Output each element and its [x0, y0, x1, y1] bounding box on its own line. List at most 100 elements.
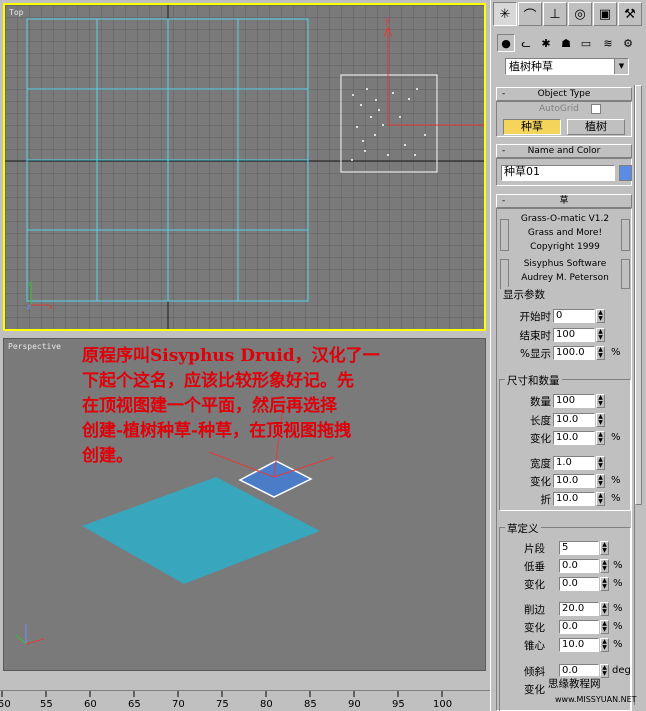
object-type-title: Object Type — [537, 89, 591, 99]
center-spinner[interactable]: ▲ ▼ — [600, 638, 609, 652]
modify-icon[interactable]: ⌒ — [518, 2, 542, 26]
name-color-title: Name and Color — [527, 146, 601, 156]
object-type-rollout-header[interactable]: - Object Type — [496, 87, 632, 101]
length-spinner[interactable]: ▲ ▼ — [596, 413, 605, 427]
low-label: 低垂 — [524, 561, 545, 573]
low-var-input[interactable]: 0.0 — [559, 577, 599, 591]
low-var-label: 变化 — [524, 579, 545, 591]
cameras-icon[interactable]: ☗ — [557, 34, 575, 52]
collapse-icon: - — [502, 146, 506, 156]
center-input[interactable]: 10.0 — [559, 638, 599, 652]
start-time-input[interactable]: 0 — [553, 309, 595, 323]
annotation-line: 原程序叫Sisyphus Druid，汉化了一 — [82, 346, 380, 366]
utilities-icon[interactable]: ⚒ — [618, 2, 642, 26]
motion-icon[interactable]: ◎ — [568, 2, 592, 26]
count-label: 数量 — [530, 396, 551, 408]
lights-icon[interactable]: ✱ — [537, 34, 555, 52]
edge-var-input[interactable]: 0.0 — [559, 620, 599, 634]
autogrid-checkbox[interactable] — [591, 104, 601, 114]
shapes-icon[interactable]: ᓚ — [517, 34, 535, 52]
credit-line: Grass and More! — [527, 228, 603, 238]
pct-unit: % — [613, 560, 623, 571]
move-gizmo: y x — [383, 16, 484, 126]
width-label: 宽度 — [530, 458, 551, 470]
top-viewport[interactable]: Top y z x y — [3, 3, 486, 331]
hierarchy-icon[interactable]: ⊥ — [543, 2, 567, 26]
object-name-input[interactable]: 种草01 — [501, 165, 615, 181]
width-var-input[interactable]: 10.0 — [553, 474, 595, 488]
annotation-line: 在顶视图建一个平面，然后再选择 — [82, 396, 337, 416]
edge-spinner[interactable]: ▲ ▼ — [600, 602, 609, 616]
grass-rollout-header[interactable]: - 草 — [496, 194, 632, 208]
display-group-title: 显示参数 — [501, 287, 547, 302]
low-var-spinner[interactable]: ▲ ▼ — [600, 577, 609, 591]
svg-text:y: y — [385, 16, 391, 26]
geometry-icon[interactable]: ● — [497, 34, 515, 52]
watermark-url: www.MISSYUAN.NET — [555, 695, 637, 704]
tilt-label: 倾斜 — [524, 666, 545, 678]
time-ruler[interactable]: 50 55 60 65 70 75 80 85 90 95 100 — [0, 690, 490, 711]
grass-rollout: Grass-O-matic V1.2 Grass and More! Copyr… — [496, 208, 632, 711]
display-pct-spinner[interactable]: ▲ ▼ — [596, 346, 605, 360]
count-spinner[interactable]: ▲ ▼ — [596, 394, 605, 408]
watermark: 思缘教程网 — [548, 676, 601, 691]
panel-scrollbar[interactable] — [634, 85, 642, 705]
ruler-tick-label: 80 — [260, 699, 273, 710]
perspective-viewport[interactable]: Perspective 原程序叫Sisyphus Druid，汉化了一 下起个这… — [3, 338, 486, 671]
plane-perspective — [82, 477, 320, 584]
length-var-label: 变化 — [530, 433, 551, 445]
viewport-area: Top y z x y Perspective 原程序叫Sisyphus Dru… — [0, 0, 490, 690]
segments-spinner[interactable]: ▲ ▼ — [600, 541, 609, 555]
collapse-icon: - — [502, 196, 506, 206]
pct-unit: % — [613, 639, 623, 650]
grass-type-button[interactable]: 种草 — [503, 119, 561, 135]
low-input[interactable]: 0.0 — [559, 559, 599, 573]
end-time-spinner[interactable]: ▲ ▼ — [596, 328, 605, 342]
name-color-rollout-header[interactable]: - Name and Color — [496, 144, 632, 158]
low-spinner[interactable]: ▲ ▼ — [600, 559, 609, 573]
fold-spinner[interactable]: ▲ ▼ — [596, 492, 605, 506]
edge-input[interactable]: 20.0 — [559, 602, 599, 616]
panel-scroll-thumb[interactable] — [635, 85, 642, 505]
command-tabs: ✳ ⌒ ⊥ ◎ ▣ ⚒ — [493, 2, 643, 28]
ruler-tick-label: 75 — [216, 699, 229, 710]
width-spinner[interactable]: ▲ ▼ — [596, 456, 605, 470]
count-input[interactable]: 100 — [553, 394, 595, 408]
watermark-text: 思缘教程网 — [548, 678, 601, 690]
create-subtabs: ● ᓚ ✱ ☗ ▭ ≋ ⚙ — [495, 32, 643, 54]
systems-icon[interactable]: ⚙ — [619, 34, 637, 52]
length-var-spinner[interactable]: ▲ ▼ — [596, 431, 605, 445]
create-icon[interactable]: ✳ — [493, 2, 517, 26]
start-time-spinner[interactable]: ▲ ▼ — [596, 309, 605, 323]
segments-input[interactable]: 5 — [559, 541, 599, 555]
tree-type-button[interactable]: 植树 — [567, 119, 625, 135]
perspective-axis-icon — [15, 624, 45, 645]
display-pct-label: %显示 — [520, 348, 551, 360]
chevron-down-icon[interactable]: ▼ — [614, 59, 628, 74]
width-var-spinner[interactable]: ▲ ▼ — [596, 474, 605, 488]
svg-text:x: x — [49, 303, 53, 311]
ruler-tick-label: 95 — [392, 699, 405, 710]
name-color-rollout: 种草01 — [496, 158, 632, 186]
edge-var-spinner[interactable]: ▲ ▼ — [600, 620, 609, 634]
end-time-input[interactable]: 100 — [553, 328, 595, 342]
helpers-icon[interactable]: ▭ — [577, 34, 595, 52]
display-pct-input[interactable]: 100.0 — [553, 346, 595, 360]
svg-text:z: z — [27, 303, 31, 311]
object-color-swatch[interactable] — [619, 165, 632, 181]
spacewarps-icon[interactable]: ≋ — [599, 34, 617, 52]
credits-block: Grass-O-matic V1.2 Grass and More! Copyr… — [497, 213, 633, 293]
pct-unit: % — [613, 603, 623, 614]
length-input[interactable]: 10.0 — [553, 413, 595, 427]
display-icon[interactable]: ▣ — [593, 2, 617, 26]
width-input[interactable]: 1.0 — [553, 456, 595, 470]
ruler-ticks — [1, 691, 443, 697]
center-label: 锥心 — [524, 640, 545, 652]
command-panel: ✳ ⌒ ⊥ ◎ ▣ ⚒ ● ᓚ ✱ ☗ ▭ ≋ ⚙ 植树种草 ▼ - Objec… — [490, 0, 646, 711]
tilt-spinner[interactable]: ▲ ▼ — [600, 664, 609, 678]
length-var-input[interactable]: 10.0 — [553, 431, 595, 445]
fold-input[interactable]: 10.0 — [553, 492, 595, 506]
axis-tripod-icon: z x y — [27, 279, 53, 311]
pct-unit: % — [613, 578, 623, 589]
category-dropdown[interactable]: 植树种草 ▼ — [505, 58, 629, 75]
